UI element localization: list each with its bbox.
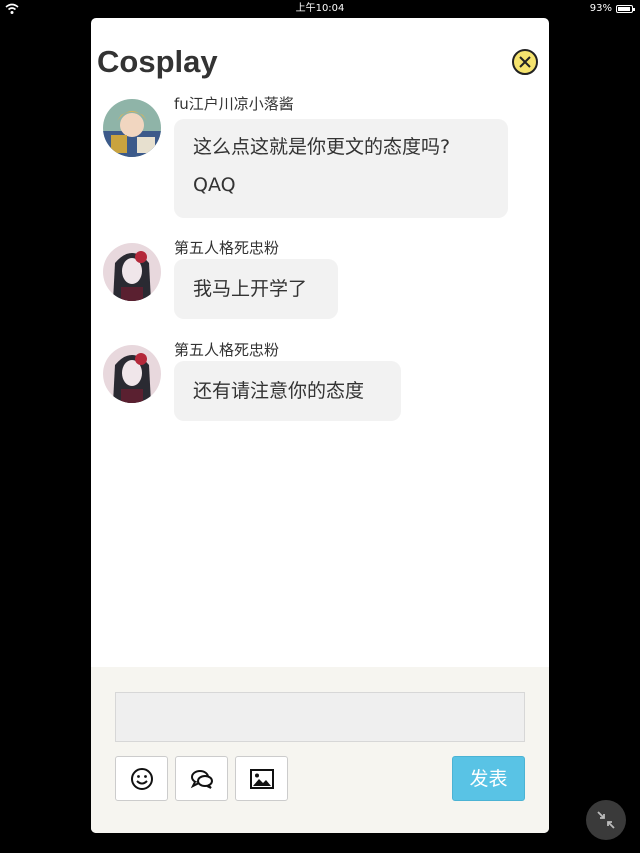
status-bar: 上午10:04 93% <box>0 0 640 18</box>
message-text: QAQ <box>193 174 236 196</box>
message-username: fu江户川凉小落酱 <box>174 95 294 113</box>
emoji-icon <box>131 768 153 790</box>
battery-percent: 93% <box>589 3 612 14</box>
image-button[interactable] <box>235 756 288 801</box>
quote-icon <box>190 770 213 789</box>
emoji-button[interactable] <box>115 756 168 801</box>
message-bubble: 这么点这就是你更文的态度吗? QAQ <box>174 119 508 218</box>
battery-icon <box>616 5 635 13</box>
avatar[interactable] <box>103 243 161 301</box>
message-bubble: 还有请注意你的态度 <box>174 361 401 421</box>
message-text: 还有请注意你的态度 <box>193 380 365 402</box>
composer: 发表 <box>91 667 549 833</box>
avatar[interactable] <box>103 99 161 157</box>
chat-panel: Cosplay fu江户川凉小落酱 这么点这就是你更文的态度吗? QAQ 第五人… <box>91 18 549 833</box>
message-bubble: 我马上开学了 <box>174 259 338 319</box>
send-button[interactable]: 发表 <box>452 756 525 801</box>
message-text: 这么点这就是你更文的态度吗? <box>193 136 451 158</box>
message-username: 第五人格死忠粉 <box>174 341 280 359</box>
message-username: 第五人格死忠粉 <box>174 239 280 257</box>
page-title: Cosplay <box>97 44 218 79</box>
status-time: 上午10:04 <box>295 3 345 14</box>
collapse-arrows-icon <box>597 811 615 829</box>
minimize-button[interactable] <box>586 800 626 840</box>
quote-button[interactable] <box>175 756 228 801</box>
message-text: 我马上开学了 <box>193 278 308 300</box>
close-icon <box>519 56 531 68</box>
close-button[interactable] <box>512 49 538 75</box>
image-icon <box>250 769 274 789</box>
avatar[interactable] <box>103 345 161 403</box>
message-input[interactable] <box>115 692 525 742</box>
